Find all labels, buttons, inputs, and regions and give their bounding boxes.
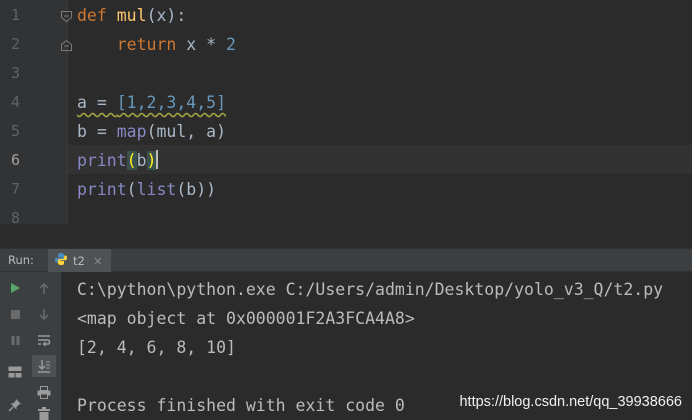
keyword-return: return	[116, 35, 177, 54]
code-line-4[interactable]: a = [1,2,3,4,5]	[77, 88, 226, 117]
assignment-lhs: a =	[77, 93, 117, 112]
pin-icon[interactable]	[5, 395, 25, 415]
keyword-def: def	[77, 6, 107, 25]
console-line-exit: Process finished with exit code 0	[77, 396, 405, 415]
call-arguments: (mul, a)	[146, 122, 227, 141]
line-number-current: 6	[10, 151, 20, 169]
line-number: 4	[10, 93, 20, 111]
run-icon[interactable]	[5, 278, 25, 298]
code-editor[interactable]: 1 2 3 4 5 6 7 8 def mul(x): return x * 2…	[0, 0, 692, 224]
print-icon[interactable]	[34, 382, 54, 402]
run-label: Run:	[8, 253, 34, 267]
list-literal: [1,2,3,4,5]	[116, 93, 227, 112]
line-number: 8	[10, 209, 20, 224]
line-number: 1	[10, 6, 20, 24]
up-arrow-icon[interactable]	[34, 278, 54, 298]
function-name: mul	[116, 6, 147, 25]
matched-paren-close: )	[146, 151, 157, 170]
down-arrow-icon[interactable]	[34, 304, 54, 324]
line-number: 3	[10, 64, 20, 82]
trash-icon[interactable]	[34, 404, 54, 420]
stop-icon[interactable]	[5, 304, 25, 324]
python-icon	[54, 251, 68, 270]
run-toolbar	[0, 272, 62, 420]
builtin-print: print	[77, 151, 127, 170]
close-icon[interactable]: ×	[93, 254, 103, 268]
matched-paren-open: (	[126, 151, 137, 170]
fold-end-icon[interactable]	[60, 37, 73, 51]
line-number: 2	[10, 35, 20, 53]
pause-icon[interactable]	[5, 330, 25, 350]
scroll-to-end-icon[interactable]	[32, 355, 56, 377]
number-literal: 2	[226, 35, 236, 54]
print-argument: b	[136, 151, 147, 170]
builtin-list: list	[136, 180, 177, 199]
return-expression: x *	[176, 35, 227, 54]
run-tab-t2[interactable]: t2 ×	[48, 249, 111, 272]
layout-icon[interactable]	[5, 362, 25, 382]
builtin-map: map	[116, 122, 147, 141]
call-arguments: (b))	[176, 180, 217, 199]
line-number: 7	[10, 180, 20, 198]
watermark: https://blog.csdn.net/qq_39938666	[459, 394, 682, 410]
code-line-7[interactable]: print(list(b))	[77, 175, 216, 204]
code-line-6[interactable]: print(b)	[77, 146, 159, 175]
soft-wrap-icon[interactable]	[34, 330, 54, 350]
fold-collapse-icon[interactable]	[60, 8, 73, 23]
paren-open: (	[126, 180, 137, 199]
text-caret	[156, 150, 159, 169]
console-line-output: [2, 4, 6, 8, 10]	[77, 338, 236, 357]
code-line-5[interactable]: b = map(mul, a)	[77, 117, 226, 146]
code-line-2[interactable]: return x * 2	[77, 30, 236, 59]
function-params: (x):	[146, 6, 187, 25]
run-panel-header: Run: t2 ×	[0, 248, 692, 272]
line-number: 5	[10, 122, 20, 140]
assignment-lhs: b =	[77, 122, 117, 141]
builtin-print: print	[77, 180, 127, 199]
console-line-command: C:\python\python.exe C:/Users/admin/Desk…	[77, 280, 664, 299]
code-line-1[interactable]: def mul(x):	[77, 1, 186, 30]
line-number-gutter: 1 2 3 4 5 6 7 8	[0, 0, 72, 224]
console-line-output: <map object at 0x000001F2A3FCA4A8>	[77, 309, 415, 328]
run-tab-label: t2	[73, 253, 85, 268]
